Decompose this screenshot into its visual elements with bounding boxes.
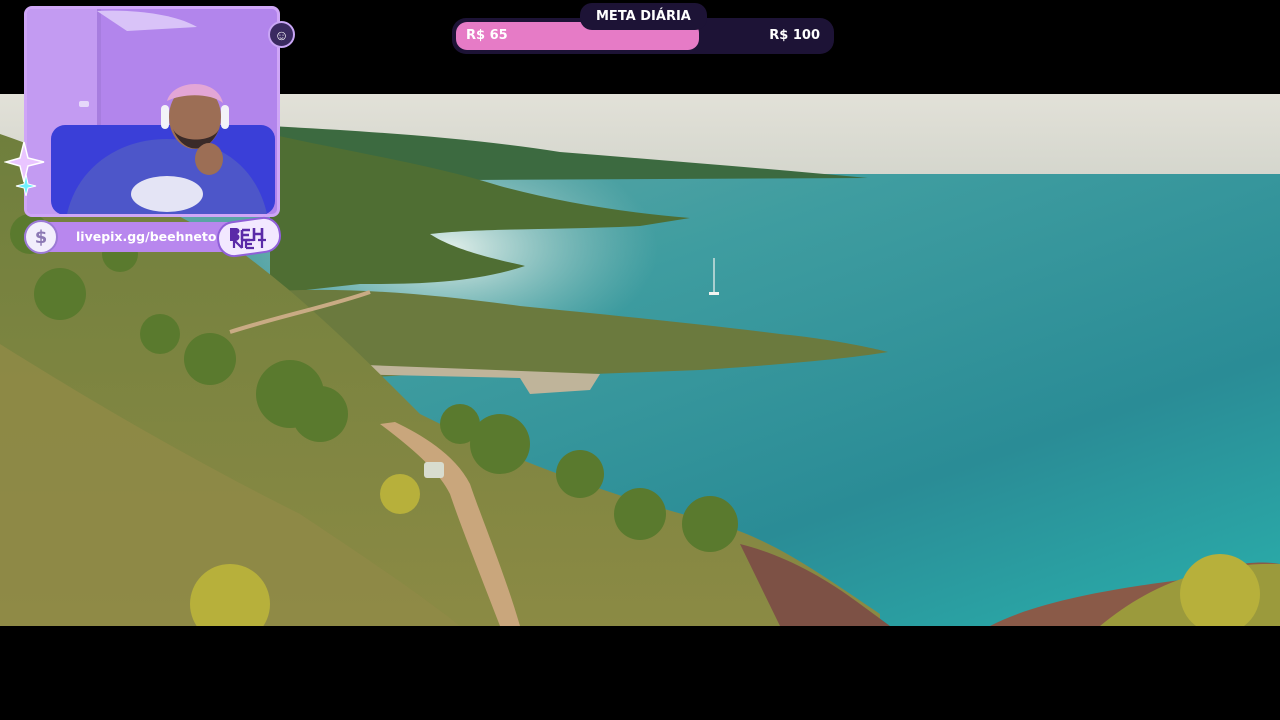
goal-title: META DIÁRIA <box>580 3 707 30</box>
streamer-logo <box>217 216 281 258</box>
webcam-feed <box>27 9 277 214</box>
webcam-frame <box>24 6 280 217</box>
dollar-coin-icon: $ <box>24 220 58 254</box>
goal-target-amount: R$ 100 <box>769 28 820 43</box>
smiley-badge-icon: ☺ <box>268 21 295 48</box>
goal-current-amount: R$ 65 <box>466 28 508 43</box>
livepix-url: livepix.gg/beehneto <box>76 229 217 244</box>
sparkle-icon <box>4 141 45 196</box>
